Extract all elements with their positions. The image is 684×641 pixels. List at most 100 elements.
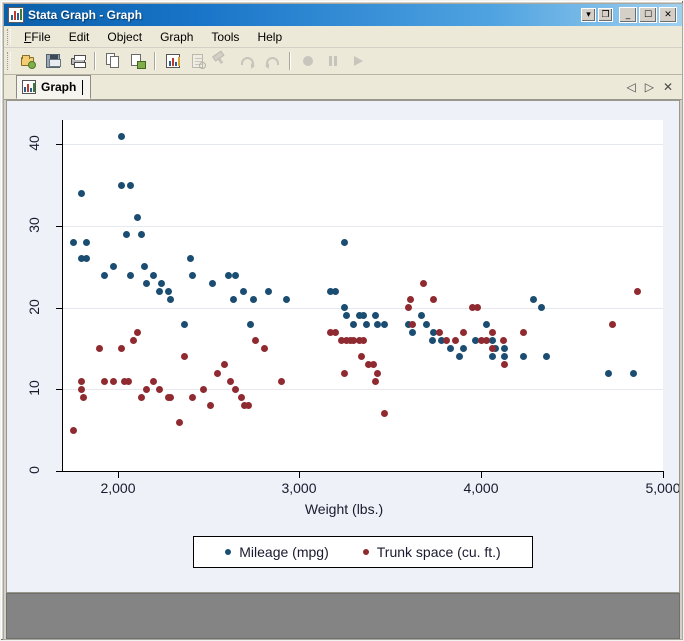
menu-edit[interactable]: Edit	[60, 28, 99, 46]
window-menu-dropdown[interactable]: ▾	[581, 8, 596, 22]
data-point-mpg	[137, 230, 145, 238]
data-point-mpg	[126, 271, 134, 279]
data-point-trunk	[459, 328, 467, 336]
legend-label-mileage: Mileage (mpg)	[239, 544, 329, 560]
data-point-trunk	[341, 369, 349, 377]
legend-item-mileage[interactable]: Mileage (mpg)	[225, 544, 329, 560]
legend-item-trunk[interactable]: Trunk space (cu. ft.)	[362, 544, 501, 560]
print-icon[interactable]	[66, 50, 89, 72]
data-point-trunk	[359, 336, 367, 344]
data-point-mpg	[359, 312, 367, 320]
data-point-mpg	[101, 271, 109, 279]
window-controls: ▾ ❐ _ ☐ ✕	[581, 7, 682, 23]
restore-window-button[interactable]: ❐	[598, 8, 613, 22]
data-point-trunk	[357, 353, 365, 361]
grid-line	[63, 389, 663, 390]
grid-line	[63, 308, 663, 309]
data-point-trunk	[95, 345, 103, 353]
menu-file[interactable]: FFile	[15, 28, 60, 46]
minimize-button[interactable]: _	[619, 7, 637, 23]
data-point-mpg	[459, 345, 467, 353]
tab-caret	[82, 79, 84, 95]
data-point-mpg	[363, 320, 371, 328]
toolbar-grip[interactable]	[7, 52, 11, 70]
data-point-mpg	[428, 336, 436, 344]
menu-help[interactable]: Help	[248, 28, 291, 46]
canvas-bottom-strip	[6, 593, 680, 639]
legend-label-trunk: Trunk space (cu. ft.)	[376, 544, 501, 560]
data-point-trunk	[199, 385, 207, 393]
data-point-trunk	[237, 394, 245, 402]
data-point-mpg	[224, 271, 232, 279]
title-bar[interactable]: Stata Graph - Graph ▾ ❐ _ ☐ ✕	[4, 4, 682, 26]
data-point-mpg	[239, 287, 247, 295]
menu-bar: FFile Edit Object Graph Tools Help	[4, 26, 682, 48]
data-point-trunk	[124, 377, 132, 385]
data-point-mpg	[423, 320, 431, 328]
data-point-mpg	[188, 271, 196, 279]
x-axis-title: Weight (lbs.)	[304, 501, 384, 517]
tab-prev-button[interactable]: ◁	[626, 80, 635, 94]
data-point-trunk	[79, 394, 87, 402]
data-point-trunk	[488, 328, 496, 336]
x-tick-label: 3,000	[281, 480, 317, 496]
legend[interactable]: Mileage (mpg) Trunk space (cu. ft.)	[193, 536, 533, 568]
menu-object[interactable]: Object	[98, 28, 151, 46]
maximize-button[interactable]: ☐	[639, 7, 657, 23]
grid-line	[63, 226, 663, 227]
data-point-mpg	[181, 320, 189, 328]
copy-icon[interactable]	[101, 50, 124, 72]
data-point-trunk	[214, 369, 222, 377]
data-point-mpg	[143, 279, 151, 287]
data-point-mpg	[537, 304, 545, 312]
paste-graph-icon[interactable]	[126, 50, 149, 72]
data-point-mpg	[519, 353, 527, 361]
data-point-trunk	[499, 336, 507, 344]
menu-file-label: File	[31, 29, 51, 44]
x-tick-label: 4,000	[463, 480, 499, 496]
data-point-trunk	[483, 336, 491, 344]
menu-graph[interactable]: Graph	[151, 28, 202, 46]
toolbar-separator-3	[289, 52, 291, 70]
tab-next-button[interactable]: ▷	[645, 80, 654, 94]
toolbar-separator-1	[94, 52, 96, 70]
menu-grip[interactable]	[7, 28, 11, 45]
data-point-mpg	[483, 320, 491, 328]
data-point-trunk	[175, 418, 183, 426]
data-point-trunk	[634, 287, 642, 295]
window-frame: Stata Graph - Graph ▾ ❐ _ ☐ ✕ FFile Edit…	[3, 3, 683, 640]
data-point-mpg	[446, 345, 454, 353]
data-point-trunk	[188, 394, 196, 402]
data-point-mpg	[117, 132, 125, 140]
menu-tools[interactable]: Tools	[202, 28, 248, 46]
stata-graph-window: Stata Graph - Graph ▾ ❐ _ ☐ ✕ FFile Edit…	[0, 0, 684, 641]
graph-canvas[interactable]: 0 10 20 30 40 2,000 3,000 4,000 5,000 Weight (l…	[6, 100, 680, 593]
data-point-mpg	[123, 230, 131, 238]
graph-editor-icon[interactable]	[161, 50, 184, 72]
data-point-mpg	[246, 320, 254, 328]
graph-bar-icon	[8, 7, 24, 23]
menu-graph-label: Graph	[160, 29, 194, 44]
legend-marker-mileage	[225, 549, 232, 555]
save-icon[interactable]	[41, 50, 64, 72]
data-point-trunk	[77, 377, 85, 385]
data-point-trunk	[166, 394, 174, 402]
data-point-trunk	[519, 328, 527, 336]
record-icon	[296, 50, 319, 72]
y-tick-label: 30	[26, 217, 42, 233]
close-button[interactable]: ✕	[659, 7, 677, 23]
x-tick	[118, 472, 119, 478]
tab-graph[interactable]: Graph	[16, 75, 92, 99]
data-point-trunk	[435, 328, 443, 336]
tab-graph-label: Graph	[41, 80, 77, 94]
data-point-trunk	[608, 320, 616, 328]
redo-icon	[236, 50, 259, 72]
data-point-mpg	[155, 287, 163, 295]
data-point-mpg	[232, 271, 240, 279]
data-point-mpg	[381, 320, 389, 328]
data-point-mpg	[488, 353, 496, 361]
x-tick-label: 2,000	[100, 480, 136, 496]
tab-close-button[interactable]: ✕	[663, 80, 673, 94]
x-axis-line	[62, 471, 664, 472]
open-icon[interactable]	[16, 50, 39, 72]
